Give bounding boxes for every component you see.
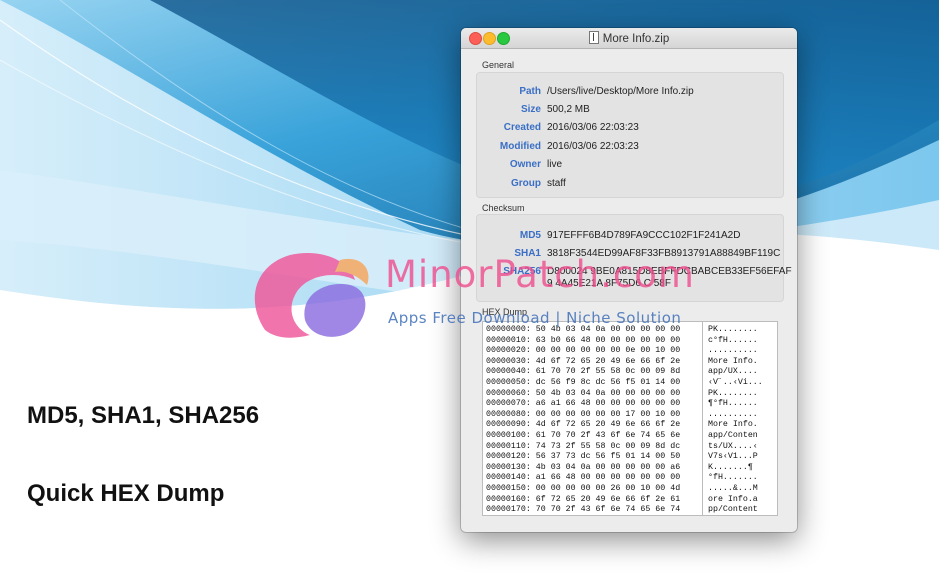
- checksum-section-label: Checksum: [482, 203, 525, 213]
- hex-row: 00000060: 50 4b 03 04 0a 00 00 00 00 00: [486, 388, 681, 398]
- hex-ascii-column: PK........ c°fH................ More Info.…: [704, 322, 776, 515]
- hex-ascii-row: .....&...M: [708, 484, 758, 493]
- hex-bytes-column: 00000000: 50 4b 03 04 0a 00 00 00 00 00 0…: [483, 322, 703, 515]
- path-label: Path: [519, 86, 541, 97]
- hex-ascii-row: PK........: [708, 325, 758, 334]
- hex-ascii-row: ..........: [708, 346, 758, 356]
- hex-row: 00000080: 00 00 00 00 00 00 17 00 10 00: [486, 409, 681, 419]
- created-value: 2016/03/06 22:03:23: [547, 122, 639, 133]
- general-box: Path/Users/live/Desktop/More Info.zip Si…: [476, 72, 784, 198]
- window-title: More Info.zip: [461, 31, 797, 45]
- general-section-label: General: [482, 60, 515, 70]
- watermark-subtitle: Apps Free Download | Niche Solution: [388, 309, 682, 327]
- promo-hex-text: Quick HEX Dump: [27, 480, 225, 507]
- hex-ascii-row: More Info.: [708, 356, 758, 366]
- hex-row: 00000150: 00 00 00 00 00 26 00 10 00 4d: [486, 484, 681, 493]
- general-row-modified: Modified 2016/03/06 22:03:23: [477, 141, 783, 157]
- hex-row: 00000030: 4d 6f 72 65 20 49 6e 66 6f 2e: [486, 356, 681, 366]
- hex-ascii-row: app/Conten: [708, 431, 758, 440]
- hex-ascii-row: ts/UX....‹: [708, 441, 758, 451]
- general-row-path: Path/Users/live/Desktop/More Info.zip: [477, 86, 783, 102]
- general-row-group: Group staff: [477, 178, 783, 194]
- group-value: staff: [547, 178, 566, 189]
- owner-label: Owner: [509, 159, 541, 170]
- window-title-text: More Info.zip: [602, 33, 670, 45]
- hex-row: 00000130: 4b 03 04 0a 00 00 00 00 00 a6: [486, 462, 681, 472]
- hex-row: 00000090: 4d 6f 72 65 20 49 6e 66 6f 2e: [486, 420, 681, 430]
- hex-ascii-row: ‹V˝..‹Vi...: [708, 378, 763, 387]
- hex-row: 00000110: 74 73 2f 55 58 0c 00 09 8d dc: [486, 441, 681, 451]
- owner-value: live: [547, 159, 563, 170]
- hex-ascii-row: PK........: [708, 388, 758, 398]
- hex-ascii-row: K.......¶: [708, 462, 753, 472]
- hex-ascii-row: V7s‹V1...P: [708, 452, 758, 462]
- hex-row: 00000100: 61 70 70 2f 43 6f 6e 74 65 6e: [486, 431, 681, 440]
- path-value: /Users/live/Desktop/More Info.zip: [547, 86, 694, 97]
- general-row-owner: Owner live: [477, 159, 783, 175]
- title-bar[interactable]: More Info.zip: [461, 28, 797, 49]
- modified-label: Modified: [499, 141, 541, 152]
- general-row-size: Size 500,2 MB: [477, 104, 783, 120]
- hex-ascii-row: °fH.......: [708, 473, 758, 483]
- hex-row: 00000070: a6 a1 66 48 00 00 00 00 00 00: [486, 399, 681, 409]
- created-label: Created: [503, 122, 541, 133]
- modified-value: 2016/03/06 22:03:23: [547, 141, 639, 152]
- hex-row: 00000120: 56 37 73 dc 56 f5 01 14 00 50: [486, 452, 681, 462]
- hex-ascii-row: pp/Content: [708, 505, 758, 515]
- hex-row: 00000170: 70 70 2f 43 6f 6e 74 65 6e 74: [486, 505, 681, 515]
- hex-ascii-row: ..........: [708, 409, 758, 419]
- hex-row: 00000140: a1 66 48 00 00 00 00 00 00 00: [486, 473, 681, 483]
- hex-ascii-row: More Info.: [708, 420, 758, 430]
- promo-checksum-text: MD5, SHA1, SHA256: [27, 402, 260, 429]
- zip-file-icon: [588, 31, 599, 44]
- watermark-title: MinorPatch.com: [385, 253, 695, 296]
- group-label: Group: [511, 178, 541, 189]
- size-value: 500,2 MB: [547, 104, 590, 115]
- hex-row: 00000160: 6f 72 65 20 49 6e 66 6f 2e 61: [486, 494, 681, 504]
- hex-ascii-row: ore Info.a: [708, 494, 758, 504]
- size-label: Size: [520, 104, 541, 115]
- hex-ascii-row: ¶°fH......: [708, 399, 758, 409]
- hex-row: 00000040: 61 70 70 2f 55 58 0c 00 09 8d: [486, 367, 681, 377]
- hex-ascii-row: app/UX....: [708, 367, 758, 377]
- hex-row: 00000050: dc 56 f9 8c dc 56 f5 01 14 00: [486, 378, 681, 387]
- general-row-created: Created 2016/03/06 22:03:23: [477, 122, 783, 138]
- hex-ascii-row: c°fH......: [708, 335, 758, 345]
- hex-dump-view[interactable]: 00000000: 50 4b 03 04 0a 00 00 00 00 00 0…: [482, 321, 778, 516]
